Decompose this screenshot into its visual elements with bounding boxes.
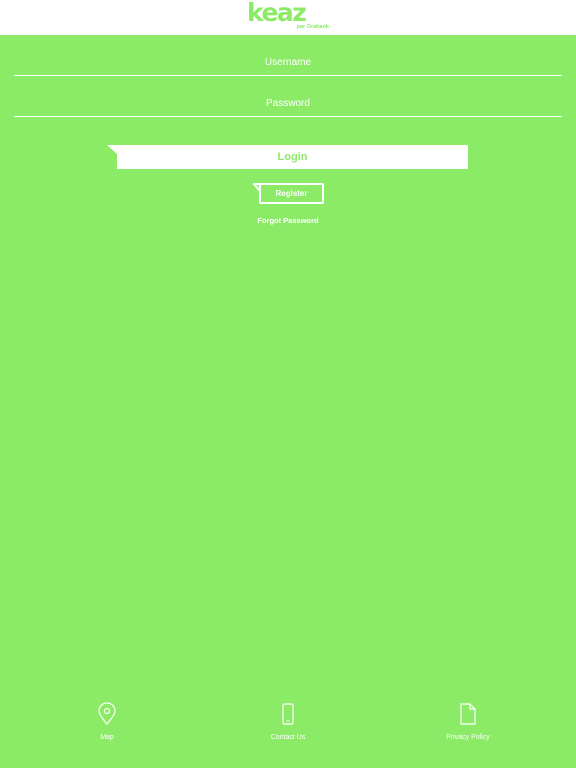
- username-field-wrapper: [14, 50, 562, 76]
- logo-subtitle: par Orabank: [296, 24, 329, 30]
- footer-contact-label: Contact Us: [270, 734, 306, 741]
- document-icon: [460, 703, 476, 725]
- footer-privacy-label: Privacy Policy: [446, 734, 490, 741]
- footer-privacy-button[interactable]: Privacy Policy: [408, 702, 528, 741]
- footer-contact-button[interactable]: Contact Us: [228, 702, 348, 741]
- password-field-wrapper: [14, 91, 562, 117]
- login-button-tab: [107, 145, 117, 154]
- phone-icon: [282, 703, 294, 725]
- map-pin-icon: [98, 702, 116, 725]
- username-input[interactable]: [14, 50, 562, 75]
- footer-map-label: Map: [100, 734, 114, 741]
- footer-map-button[interactable]: Map: [47, 702, 167, 741]
- keaz-logo: keaz par Orabank: [247, 0, 331, 33]
- login-button[interactable]: Login: [117, 145, 468, 169]
- register-button[interactable]: Register: [259, 183, 324, 204]
- logo-wordmark: keaz: [247, 0, 307, 27]
- header-bar: keaz par Orabank: [0, 0, 576, 35]
- forgot-password-link[interactable]: Forgot Password: [0, 216, 576, 225]
- register-button-group: Register: [253, 183, 324, 204]
- login-button-group: Login: [107, 145, 468, 169]
- password-input[interactable]: [14, 91, 562, 116]
